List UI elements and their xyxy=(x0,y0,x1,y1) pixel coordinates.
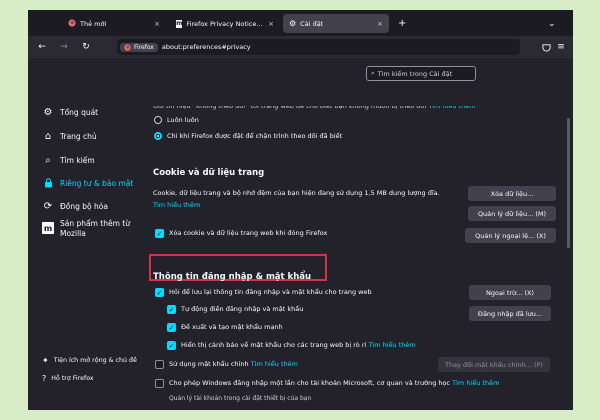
sidebar-extensions-themes[interactable]: ✦ Tiện ích mở rộng & chủ đề xyxy=(42,356,137,365)
delete-on-close-checkbox[interactable]: ✓ xyxy=(155,229,164,238)
settings-page: ⌕ Tìm kiếm trong Cài đặt ⚙ Tổng quát ⌂ T… xyxy=(28,58,573,410)
tab-privacy-notice[interactable]: m Firefox Privacy Notice — Mozil × xyxy=(170,14,280,33)
tab-settings[interactable]: ⚙ Cài đặt × xyxy=(283,14,389,33)
settings-search-input[interactable]: ⌕ Tìm kiếm trong Cài đặt xyxy=(366,66,476,81)
new-tab-button[interactable]: + xyxy=(392,14,408,33)
cookies-learn-more-link[interactable]: Tìm hiểu thêm xyxy=(153,201,200,209)
cookies-description: Cookie, dữ liệu trang và bộ nhớ đệm của … xyxy=(153,189,440,197)
breach-alerts-label: Hiển thị cảnh báo về mật khẩu cho các tr… xyxy=(181,341,416,349)
url-text[interactable]: about:preferences#privacy xyxy=(162,43,251,51)
sidebar-item-search[interactable]: ⌕ Tìm kiếm xyxy=(42,154,95,166)
tab-strip: Thẻ mới × m Firefox Privacy Notice — Moz… xyxy=(28,10,573,36)
windows-sso-label: Cho phép Windows đăng nhập một lần cho t… xyxy=(169,379,500,387)
close-icon[interactable]: × xyxy=(268,20,274,28)
tab-title: Thẻ mới xyxy=(80,19,107,28)
close-icon[interactable]: × xyxy=(377,20,383,28)
suggest-passwords-label: Đề xuất và tạo mật khẩu mạnh xyxy=(181,323,283,331)
cookies-heading: Cookie và dữ liệu trang xyxy=(153,168,265,178)
close-icon[interactable]: × xyxy=(154,20,160,28)
firefox-icon xyxy=(68,18,76,29)
primary-password-learn-more-link[interactable]: Tìm hiểu thêm xyxy=(251,360,298,368)
windows-sso-learn-more-link[interactable]: Tìm hiểu thêm xyxy=(452,379,499,387)
primary-password-checkbox[interactable] xyxy=(155,360,164,369)
sidebar-item-label: Trang chủ xyxy=(60,131,97,141)
help-icon: ? xyxy=(42,374,47,383)
tab-new-tab[interactable]: Thẻ mới × xyxy=(62,14,166,33)
autofill-checkbox[interactable]: ✓ xyxy=(167,305,176,314)
browser-window: Thẻ mới × m Firefox Privacy Notice — Moz… xyxy=(28,10,573,410)
logins-heading: Thông tin đăng nhập & mật khẩu xyxy=(153,272,312,282)
radio-only-when-blocking-label: Chỉ khi Firefox được đặt để chặn trình t… xyxy=(167,132,343,140)
sidebar-item-label-group: Sản phẩm thêm từ Mozilla xyxy=(60,219,130,239)
firefox-icon xyxy=(124,43,131,51)
sidebar-item-label-line2: Mozilla xyxy=(60,229,86,238)
sidebar-item-home[interactable]: ⌂ Trang chủ xyxy=(42,130,97,142)
ask-save-logins-checkbox[interactable]: ✓ xyxy=(155,288,164,297)
radio-always[interactable] xyxy=(154,116,162,124)
tab-title: Firefox Privacy Notice — Mozil xyxy=(186,19,264,28)
sidebar-item-more-from-mozilla[interactable]: m Sản phẩm thêm từ Mozilla xyxy=(42,219,130,239)
radio-only-when-blocking[interactable] xyxy=(154,132,162,140)
reload-button[interactable]: ↻ xyxy=(78,39,94,55)
sidebar-footer-label: Tiện ích mở rộng & chủ đề xyxy=(53,357,137,364)
mozilla-icon: m xyxy=(176,19,183,28)
sidebar-item-privacy[interactable]: Riêng tư & bảo mật xyxy=(42,177,133,189)
sidebar-item-label: Tổng quát xyxy=(60,107,99,117)
puzzle-icon: ✦ xyxy=(42,356,49,365)
sidebar-item-label: Sản phẩm thêm từ xyxy=(60,219,130,228)
manage-data-button[interactable]: Quản lý dữ liệu... (M) xyxy=(468,206,556,221)
tab-list-button[interactable]: ⌄ xyxy=(542,14,558,33)
search-placeholder: Tìm kiếm trong Cài đặt xyxy=(377,69,453,78)
login-exceptions-button[interactable]: Ngoại trừ... (X) xyxy=(469,285,551,300)
gear-icon: ⚙ xyxy=(43,106,53,118)
back-button[interactable]: ← xyxy=(34,39,50,55)
sidebar-firefox-support[interactable]: ? Hỗ trợ Firefox xyxy=(42,374,94,383)
learn-more-link[interactable]: Tìm hiểu thêm xyxy=(428,106,475,110)
breach-alerts-checkbox[interactable]: ✓ xyxy=(167,341,176,350)
sidebar-footer-label: Hỗ trợ Firefox xyxy=(51,375,94,382)
search-icon: ⌕ xyxy=(45,154,51,166)
sidebar-item-label: Riêng tư & bảo mật xyxy=(60,178,134,188)
delete-on-close-label: Xóa cookie và dữ liệu trang web khi đóng… xyxy=(169,229,328,237)
do-not-track-text: Gửi tín hiệu “Không theo dõi” tới trang … xyxy=(153,102,476,110)
breach-alerts-learn-more-link[interactable]: Tìm hiểu thêm xyxy=(368,341,415,349)
identity-badge[interactable]: Firefox xyxy=(120,42,158,52)
scrollbar[interactable] xyxy=(567,118,570,248)
sidebar-item-general[interactable]: ⚙ Tổng quát xyxy=(42,106,99,118)
suggest-passwords-checkbox[interactable]: ✓ xyxy=(167,323,176,332)
sync-icon: ⟳ xyxy=(43,200,53,212)
gear-icon: ⚙ xyxy=(289,19,297,28)
tab-title: Cài đặt xyxy=(300,19,324,28)
clear-data-button[interactable]: Xóa dữ liệu... xyxy=(468,186,556,201)
saved-logins-button[interactable]: Đăng nhập đã lưu... xyxy=(469,306,551,321)
sidebar-item-label: Tìm kiếm xyxy=(60,155,95,165)
pocket-icon[interactable] xyxy=(538,39,554,55)
search-icon: ⌕ xyxy=(371,69,375,77)
address-bar[interactable]: Firefox about:preferences#privacy xyxy=(117,39,520,55)
primary-password-label: Sử dụng mật khẩu chính Tìm hiểu thêm xyxy=(169,360,298,368)
sidebar-item-label: Đồng bộ hóa xyxy=(60,201,108,211)
autofill-label: Tự động điền đăng nhập và mật khẩu xyxy=(181,305,304,313)
more-from-mozilla-icon: m xyxy=(42,222,54,234)
browser-label: Firefox xyxy=(134,43,154,51)
change-primary-password-button[interactable]: Thay đổi mật khẩu chính... (P) xyxy=(438,357,550,372)
ask-save-logins-label: Hỏi để lưu lại thông tin đăng nhập và mậ… xyxy=(169,288,372,296)
windows-sso-checkbox[interactable] xyxy=(155,379,164,388)
forward-button[interactable]: → xyxy=(56,39,72,55)
menu-icon[interactable]: ≡ xyxy=(553,39,569,55)
manage-exceptions-button[interactable]: Quản lý ngoại lệ... (X) xyxy=(465,228,556,243)
radio-always-label: Luôn luôn xyxy=(167,116,199,124)
sidebar-item-sync[interactable]: ⟳ Đồng bộ hóa xyxy=(42,200,108,212)
windows-sso-subtext: Quản lý tài khoản trong cài đặt thiết bị… xyxy=(169,395,312,402)
home-icon: ⌂ xyxy=(44,130,52,142)
lock-icon xyxy=(42,177,54,189)
nav-toolbar: ← → ↻ Firefox about:preferences#privacy … xyxy=(28,36,573,58)
